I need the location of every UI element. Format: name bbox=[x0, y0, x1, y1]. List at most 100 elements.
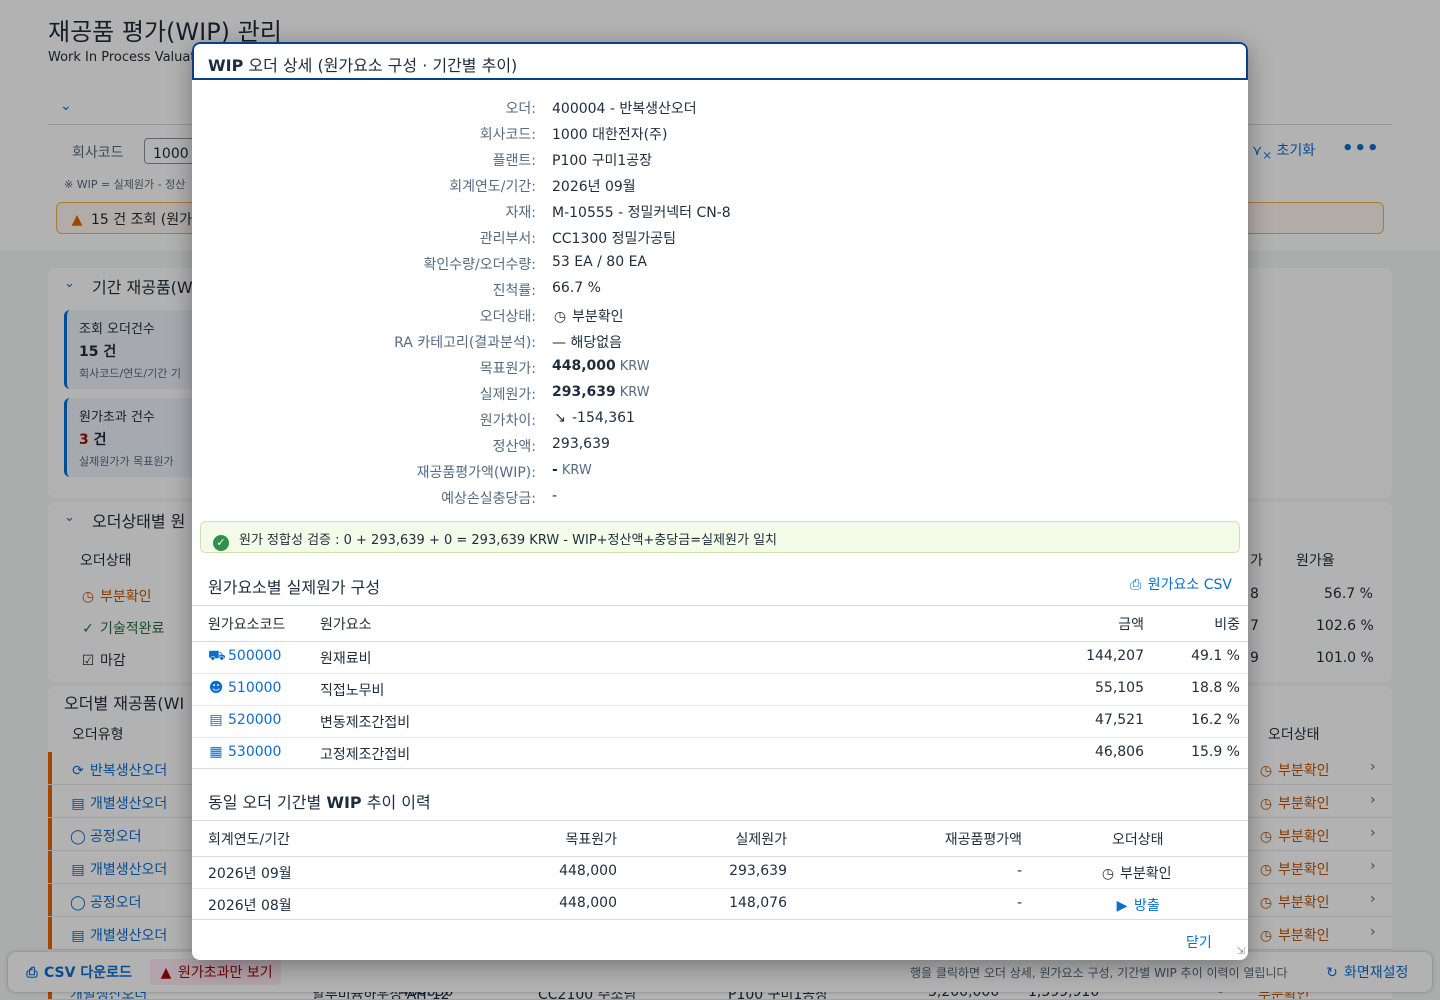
field-value: 53 EA / 80 EA bbox=[552, 254, 647, 270]
col-header-name[interactable]: 원가요소 bbox=[320, 614, 372, 634]
field-value: 해당없음 bbox=[570, 335, 622, 351]
cost-share: 18.8 % bbox=[1191, 680, 1240, 696]
history-status: ▶ 방출 bbox=[1114, 895, 1160, 915]
col-header-target[interactable]: 목표원가 bbox=[565, 829, 617, 849]
col-header-code[interactable]: 원가요소코드 bbox=[208, 614, 285, 634]
cost-name: 변동제조간접비 bbox=[320, 715, 411, 731]
validation-text: 원가 정합성 검증 : 0 + 293,639 + 0 = 293,639 KR… bbox=[239, 533, 777, 548]
cost-share: 15.9 % bbox=[1191, 744, 1240, 760]
history-status-label: 부분확인 bbox=[1120, 866, 1172, 882]
truck-icon: ⛟ bbox=[208, 648, 226, 664]
field-label: 예상손실충당금: bbox=[441, 491, 536, 507]
field-ra-category: RA 카테고리(결과분석): — 해당없음 bbox=[192, 332, 1248, 358]
dash-icon: — bbox=[552, 335, 566, 351]
validation-message-strip: ✓ 원가 정합성 검증 : 0 + 293,639 + 0 = 293,639 K… bbox=[200, 521, 1240, 553]
field-plant: 플랜트: P100 구미1공장 bbox=[192, 150, 1248, 176]
field-value: 293,639 bbox=[552, 436, 610, 452]
field-label: 관리부서: bbox=[479, 231, 536, 247]
cost-code-link[interactable]: ▤ 520000 bbox=[208, 712, 281, 728]
field-value: CC1300 정밀가공팀 bbox=[552, 231, 677, 247]
history-actual: 148,076 bbox=[729, 895, 787, 911]
resize-handle-icon[interactable]: ⇲ bbox=[1237, 946, 1245, 957]
success-check-icon: ✓ bbox=[213, 535, 229, 551]
field-value: P100 구미1공장 bbox=[552, 153, 653, 169]
dialog-title: WIP 오더 상세 (원가요소 구성 · 기간별 추이) bbox=[192, 42, 1248, 80]
field-value: 293,639 bbox=[552, 384, 616, 400]
cost-amount: 144,207 bbox=[1086, 648, 1144, 664]
clock-icon: ◷ bbox=[553, 309, 567, 325]
cost-code-link[interactable]: ▦ 530000 bbox=[208, 744, 281, 760]
history-title-pre: 동일 오더 기간별 bbox=[208, 793, 327, 812]
field-dept: 관리부서: CC1300 정밀가공팀 bbox=[192, 228, 1248, 254]
field-value: 448,000 bbox=[552, 358, 616, 374]
table-divider bbox=[192, 919, 1248, 920]
cost-csv-label: 원가요소 CSV bbox=[1147, 577, 1232, 593]
cost-amount: 47,521 bbox=[1095, 712, 1144, 728]
field-progress: 진척률: 66.7 % bbox=[192, 280, 1248, 306]
field-label: RA 카테고리(결과분석): bbox=[394, 335, 536, 351]
field-label: 회사코드: bbox=[479, 127, 536, 143]
history-status-label: 방출 bbox=[1134, 898, 1160, 914]
cost-share: 16.2 % bbox=[1191, 712, 1240, 728]
clock-icon: ◷ bbox=[1101, 866, 1115, 882]
history-section-title: 동일 오더 기간별 WIP 추이 이력 bbox=[208, 789, 431, 813]
field-value: 2026년 09월 bbox=[552, 179, 636, 195]
field-order: 오더: 400004 - 반복생산오더 bbox=[192, 98, 1248, 124]
col-header-actual[interactable]: 실제원가 bbox=[735, 829, 787, 849]
cost-csv-button[interactable]: ⎙ 원가요소 CSV bbox=[1128, 574, 1232, 594]
history-actual: 293,639 bbox=[729, 863, 787, 879]
person-icon: ☻ bbox=[208, 680, 224, 696]
field-label: 실제원가: bbox=[479, 387, 536, 403]
play-circle-icon: ▶ bbox=[1116, 898, 1128, 914]
cost-code: 510000 bbox=[228, 680, 282, 696]
cost-code-link[interactable]: ⛟ 500000 bbox=[208, 648, 281, 666]
field-value: - bbox=[552, 462, 558, 478]
dialog-title-bold: WIP bbox=[208, 56, 244, 75]
field-actual-cost: 실제원가: 293,639 KRW bbox=[192, 384, 1248, 410]
field-label: 원가차이: bbox=[479, 413, 536, 429]
field-label: 목표원가: bbox=[479, 361, 536, 377]
table-divider bbox=[192, 641, 1248, 642]
history-title-post: 추이 이력 bbox=[361, 793, 431, 812]
field-variance: 원가차이: ↘ -154,361 bbox=[192, 410, 1248, 436]
field-value: - bbox=[552, 488, 558, 504]
field-value: 1000 대한전자(주) bbox=[552, 127, 668, 143]
field-value: 부분확인 bbox=[572, 309, 624, 325]
cost-name: 고정제조간접비 bbox=[320, 747, 411, 763]
close-button[interactable]: 닫기 bbox=[1186, 932, 1212, 952]
cost-share: 49.1 % bbox=[1191, 648, 1240, 664]
cost-name: 직접노무비 bbox=[320, 683, 385, 699]
field-value: M-10555 - 정밀커넥터 CN-8 bbox=[552, 205, 731, 221]
field-label: 확인수량/오더수량: bbox=[423, 257, 536, 273]
cost-name: 원재료비 bbox=[320, 651, 372, 667]
history-wip: - bbox=[1016, 895, 1022, 911]
table-divider bbox=[192, 768, 1248, 769]
cost-code: 530000 bbox=[228, 744, 282, 760]
field-order-status: 오더상태: ◷ 부분확인 bbox=[192, 306, 1248, 332]
col-header-period[interactable]: 회계연도/기간 bbox=[208, 829, 290, 849]
row-divider bbox=[192, 737, 1248, 738]
cost-section-title: 원가요소별 실제원가 구성 bbox=[208, 578, 381, 597]
col-header-status[interactable]: 오더상태 bbox=[1112, 829, 1164, 849]
field-label: 진척률: bbox=[492, 283, 536, 299]
wip-order-detail-dialog: WIP 오더 상세 (원가요소 구성 · 기간별 추이) 오더: 400004 -… bbox=[192, 42, 1248, 960]
field-unit: KRW bbox=[619, 359, 650, 374]
field-value: 66.7 % bbox=[552, 280, 601, 296]
field-unit: KRW bbox=[619, 385, 650, 400]
cost-code-link[interactable]: ☻ 510000 bbox=[208, 680, 282, 696]
factory-icon: ▤ bbox=[209, 712, 223, 728]
table-divider bbox=[192, 605, 1248, 606]
field-company: 회사코드: 1000 대한전자(주) bbox=[192, 124, 1248, 150]
field-quantity: 확인수량/오더수량: 53 EA / 80 EA bbox=[192, 254, 1248, 280]
field-label: 정산액: bbox=[492, 439, 536, 455]
col-header-wip[interactable]: 재공품평가액 bbox=[945, 829, 1022, 849]
row-divider bbox=[192, 705, 1248, 706]
cost-code: 520000 bbox=[228, 712, 282, 728]
field-label: 재공품평가액(WIP): bbox=[416, 465, 536, 481]
col-header-amount[interactable]: 금액 bbox=[1118, 614, 1144, 634]
field-value: -154,361 bbox=[572, 410, 635, 426]
col-header-share[interactable]: 비중 bbox=[1214, 614, 1240, 634]
field-settlement: 정산액: 293,639 bbox=[192, 436, 1248, 462]
field-unit: KRW bbox=[561, 463, 592, 478]
history-status: ◷ 부분확인 bbox=[1100, 863, 1172, 883]
